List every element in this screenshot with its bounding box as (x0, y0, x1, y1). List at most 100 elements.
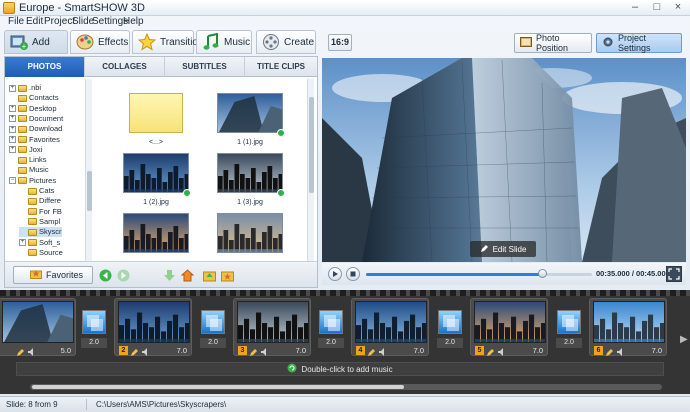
speaker-icon[interactable] (261, 347, 269, 356)
maximize-button[interactable]: □ (650, 1, 664, 14)
thumbnail-label: <...> (148, 139, 163, 146)
tree-scroll-thumb[interactable] (87, 171, 92, 211)
tree-item[interactable]: Links (9, 155, 47, 165)
slide-preview[interactable]: Edit Slide (322, 58, 686, 262)
window-title: Europe - SmartSHOW 3D (19, 2, 145, 14)
speaker-icon[interactable] (379, 347, 387, 356)
tree-item-label: Source (39, 247, 63, 257)
tree-item[interactable]: For FB (19, 207, 62, 217)
parent-folder-item[interactable]: <...> (123, 93, 189, 146)
tree-expander-icon[interactable]: + (9, 115, 16, 123)
tree-expander-icon[interactable]: + (9, 146, 16, 154)
close-button[interactable]: × (671, 1, 685, 14)
play-button[interactable] (328, 267, 342, 281)
tree-item[interactable]: Contacts (9, 93, 59, 103)
timeline-right-arrow[interactable]: ▶ (680, 334, 688, 345)
folder-up-icon[interactable] (203, 269, 216, 282)
timeline-transition[interactable]: 2.0 (437, 310, 463, 356)
speaker-icon[interactable] (617, 347, 625, 356)
photo-thumbnail[interactable]: 1 (2).jpg (123, 153, 191, 206)
speaker-icon[interactable] (142, 347, 150, 356)
tree-item[interactable]: Differe (19, 196, 61, 206)
tree-item[interactable]: + Desktop (9, 104, 57, 114)
favorites-button[interactable]: Favorites (13, 266, 93, 284)
menu-project[interactable]: Project (44, 16, 75, 27)
tree-expander-icon[interactable]: + (9, 105, 16, 113)
edit-pencil-icon[interactable] (131, 347, 139, 356)
tab-music[interactable]: Music (196, 30, 252, 54)
playback-track[interactable] (366, 273, 592, 276)
tree-item[interactable]: Sampl (19, 217, 60, 227)
tree-item[interactable]: + Document (9, 114, 63, 124)
tab-add[interactable]: + Add (4, 30, 68, 54)
speaker-icon[interactable] (28, 347, 36, 356)
tree-expander-icon[interactable]: + (9, 125, 16, 133)
tab-photos[interactable]: PHOTOS (5, 57, 85, 77)
photo-grid-scrollbar[interactable] (307, 79, 314, 261)
forward-arrow-icon[interactable] (117, 269, 130, 282)
timeline-transition[interactable]: 2.0 (200, 310, 226, 356)
photo-thumbnail[interactable] (123, 213, 189, 261)
tree-item[interactable]: + Joxi (9, 145, 42, 155)
edit-pencil-icon[interactable] (606, 347, 614, 356)
edit-slide-button[interactable]: Edit Slide (470, 241, 536, 257)
tree-item[interactable]: Source (19, 248, 63, 258)
edit-pencil-icon[interactable] (487, 347, 495, 356)
tree-item[interactable]: + .nbi (9, 83, 41, 93)
tree-scrollbar[interactable] (85, 79, 92, 261)
timeline-slide[interactable]: 4 7.0 (351, 298, 429, 356)
photo-thumbnail[interactable]: 1 (3).jpg (217, 153, 285, 206)
timeline-slide[interactable]: 5.0 (0, 298, 76, 356)
speaker-icon[interactable] (498, 347, 506, 356)
project-settings-button[interactable]: Project Settings (596, 33, 682, 53)
fullscreen-button[interactable] (666, 266, 682, 282)
tab-effects[interactable]: Effects (70, 30, 130, 54)
aspect-ratio-button[interactable]: 16:9 (328, 34, 352, 51)
photo-grid-scroll-thumb[interactable] (309, 97, 314, 193)
home-icon[interactable] (180, 269, 195, 282)
timeline-slide[interactable]: 3 7.0 (233, 298, 311, 356)
photo-position-button[interactable]: Photo Position (514, 33, 592, 53)
tab-title-clips[interactable]: TITLE CLIPS (245, 57, 317, 77)
slide-number: 4 (356, 346, 365, 355)
menu-edit[interactable]: Edit (26, 16, 43, 27)
timeline-scroll-thumb[interactable] (32, 385, 404, 389)
tree-expander-icon[interactable]: + (19, 239, 26, 246)
favorite-folder-icon[interactable] (221, 269, 234, 282)
edit-pencil-icon[interactable] (17, 347, 25, 356)
timeline-transition[interactable]: 2.0 (318, 310, 344, 356)
tree-item[interactable]: Cats (19, 186, 54, 196)
timeline-slide[interactable]: 5 7.0 (470, 298, 548, 356)
tab-transitions[interactable]: Transitions (132, 30, 209, 54)
menu-file[interactable]: File (8, 16, 24, 27)
playback-knob[interactable] (538, 269, 548, 278)
timeline-slide[interactable]: 2 7.0 (114, 298, 192, 356)
timeline-transition[interactable]: 2.0 (556, 310, 582, 356)
timeline-slide[interactable]: 6 7.0 (589, 298, 667, 356)
stop-button[interactable] (346, 267, 360, 281)
edit-pencil-icon[interactable] (368, 347, 376, 356)
tab-create[interactable]: Create (256, 30, 316, 54)
tab-collages[interactable]: COLLAGES (85, 57, 165, 77)
tree-item[interactable]: + Favorites (9, 135, 60, 145)
photo-thumbnail[interactable]: 1 (1).jpg (217, 93, 285, 146)
menu-slide[interactable]: Slide (72, 16, 94, 27)
edit-pencil-icon[interactable] (250, 347, 258, 356)
tree-expander-icon[interactable]: − (9, 177, 16, 185)
audio-track[interactable]: Double-click to add music (16, 362, 664, 376)
down-arrow-icon[interactable] (163, 269, 175, 281)
timeline-scrollbar[interactable] (30, 384, 662, 390)
tree-item[interactable]: + Soft_s (19, 238, 60, 248)
tree-item[interactable]: Skyscr (19, 227, 62, 238)
tab-subtitles[interactable]: SUBTITLES (165, 57, 245, 77)
back-arrow-icon[interactable] (99, 269, 112, 282)
tree-item[interactable]: + Download (9, 124, 62, 134)
minimize-button[interactable]: – (628, 1, 642, 14)
timeline-transition[interactable]: 2.0 (81, 310, 107, 356)
tree-item[interactable]: − Pictures (9, 176, 56, 186)
photo-thumbnail[interactable] (217, 213, 283, 261)
tree-expander-icon[interactable]: + (9, 136, 16, 143)
tree-item[interactable]: Music (9, 165, 49, 175)
menu-help[interactable]: Help (123, 16, 144, 27)
tree-expander-icon[interactable]: + (9, 84, 16, 92)
